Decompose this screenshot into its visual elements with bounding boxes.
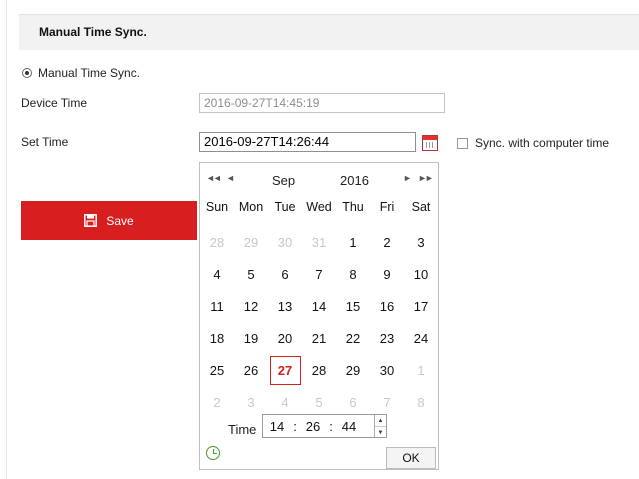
calendar-day[interactable]: 13 — [268, 291, 302, 323]
weekday-label: Thu — [342, 200, 364, 214]
section-title: Manual Time Sync. — [39, 25, 147, 39]
calendar-day[interactable]: 8 — [336, 259, 370, 291]
calendar-day[interactable]: 30 — [370, 355, 404, 387]
calendar-day[interactable]: 9 — [370, 259, 404, 291]
calendar-day[interactable]: 29 — [234, 227, 268, 259]
time-second[interactable]: 44 — [335, 419, 363, 434]
sync-computer-checkbox[interactable] — [457, 138, 468, 149]
weekday-label: Wed — [306, 200, 332, 214]
calendar-day[interactable]: 11 — [200, 291, 234, 323]
calendar-day[interactable]: 2 — [370, 227, 404, 259]
prev-year-icon[interactable]: ◄◄ — [206, 173, 222, 183]
calendar-day[interactable]: 21 — [302, 323, 336, 355]
calendar-day[interactable]: 20 — [268, 323, 302, 355]
device-time-field: 2016-09-27T14:45:19 — [199, 93, 445, 113]
weekday-label: Sat — [411, 200, 431, 214]
time-spinner[interactable]: 14 : 26 : 44 ▲ ▼ — [262, 414, 387, 438]
section-header: Manual Time Sync. — [19, 14, 639, 50]
calendar-month[interactable]: Sep — [272, 173, 295, 188]
manual-sync-radio[interactable] — [22, 68, 32, 78]
left-border — [6, 0, 7, 479]
calendar-nav: ◄◄ ◄ Sep 2016 ► ►► — [200, 171, 438, 189]
weekday-label: Tue — [274, 200, 296, 214]
calendar-day[interactable]: 2 — [200, 387, 234, 419]
floppy-disk-icon — [84, 214, 98, 227]
calendar-day[interactable]: 18 — [200, 323, 234, 355]
weekday-label: Fri — [379, 200, 395, 214]
calendar-day[interactable]: 22 — [336, 323, 370, 355]
calendar-day[interactable]: 7 — [302, 259, 336, 291]
calendar-day[interactable]: 30 — [268, 227, 302, 259]
spin-up-icon[interactable]: ▲ — [375, 415, 386, 427]
weekday-label: Mon — [238, 200, 264, 214]
calendar-day-selected[interactable]: 27 — [268, 355, 302, 387]
calendar-day[interactable]: 4 — [200, 259, 234, 291]
next-month-icon[interactable]: ► — [403, 173, 412, 183]
calendar-day[interactable]: 14 — [302, 291, 336, 323]
time-separator: : — [329, 418, 333, 434]
calendar-day[interactable]: 23 — [370, 323, 404, 355]
calendar-day[interactable]: 28 — [302, 355, 336, 387]
spin-down-icon[interactable]: ▼ — [375, 427, 386, 438]
date-picker-popup: ◄◄ ◄ Sep 2016 ► ►► Sun Mon Tue Wed Thu Fri Sat… — [199, 162, 439, 470]
calendar-icon[interactable] — [422, 135, 438, 151]
calendar-day[interactable]: 25 — [200, 355, 234, 387]
calendar-day[interactable]: 31 — [302, 227, 336, 259]
device-time-label: Device Time — [21, 96, 88, 110]
calendar-day[interactable]: 5 — [234, 259, 268, 291]
weekday-label: Sun — [205, 200, 229, 214]
calendar-day[interactable]: 26 — [234, 355, 268, 387]
clock-refresh-icon[interactable] — [206, 446, 220, 460]
next-year-icon[interactable]: ►► — [418, 173, 434, 183]
calendar-day[interactable]: 17 — [404, 291, 438, 323]
calendar-day[interactable]: 29 — [336, 355, 370, 387]
calendar-year[interactable]: 2016 — [340, 173, 369, 188]
calendar-day[interactable]: 3 — [404, 227, 438, 259]
sync-computer-label: Sync. with computer time — [475, 136, 610, 150]
set-time-label: Set Time — [21, 135, 69, 149]
calendar-day[interactable]: 6 — [268, 259, 302, 291]
time-hour[interactable]: 14 — [263, 419, 291, 434]
save-button[interactable]: Save — [21, 201, 197, 240]
calendar-day[interactable]: 1 — [404, 355, 438, 387]
time-minute[interactable]: 26 — [299, 419, 327, 434]
weekday-header: Sun Mon Tue Wed Thu Fri Sat — [200, 200, 438, 214]
time-spin-buttons: ▲ ▼ — [374, 415, 386, 437]
calendar-day[interactable]: 24 — [404, 323, 438, 355]
calendar-days-grid: 28 29 30 31 1 2 3 4 5 6 7 8 9 10 11 12 13 14 15 16 17 18 19 20 2… — [200, 227, 438, 419]
save-button-label: Save — [106, 213, 134, 228]
manual-sync-radio-label: Manual Time Sync. — [38, 66, 141, 80]
calendar-day[interactable]: 28 — [200, 227, 234, 259]
calendar-day[interactable]: 1 — [336, 227, 370, 259]
set-time-input[interactable]: 2016-09-27T14:26:44 — [199, 132, 416, 152]
calendar-day[interactable]: 12 — [234, 291, 268, 323]
manual-sync-radio-row[interactable]: Manual Time Sync. — [22, 66, 140, 80]
time-label: Time — [228, 422, 257, 437]
calendar-day[interactable]: 10 — [404, 259, 438, 291]
calendar-day[interactable]: 19 — [234, 323, 268, 355]
prev-month-icon[interactable]: ◄ — [226, 173, 235, 183]
time-separator: : — [293, 418, 297, 434]
calendar-day[interactable]: 16 — [370, 291, 404, 323]
calendar-day[interactable]: 8 — [404, 387, 438, 419]
ok-button[interactable]: OK — [386, 447, 436, 469]
calendar-day[interactable]: 15 — [336, 291, 370, 323]
